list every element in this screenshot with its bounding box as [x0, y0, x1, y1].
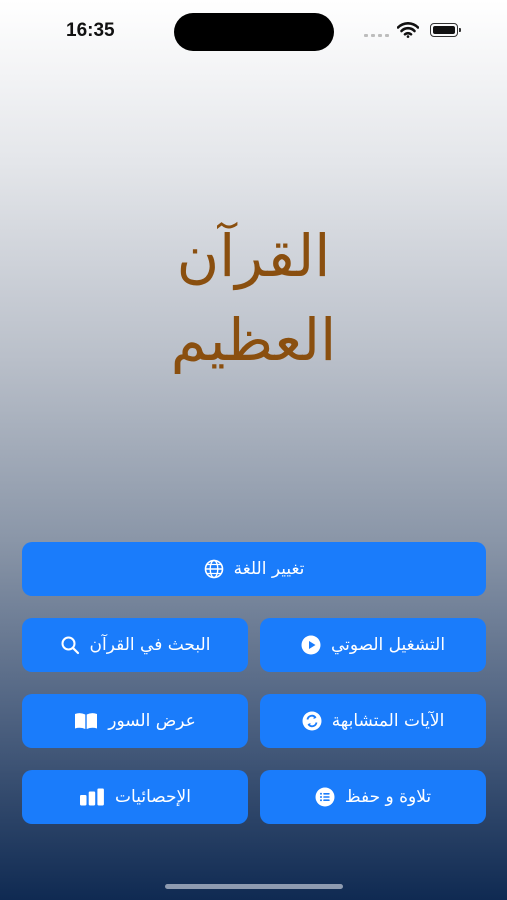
statistics-button[interactable]: الإحصائيات — [22, 770, 248, 824]
change-language-button[interactable]: تغيير اللغة — [22, 542, 486, 596]
search-quran-label: البحث في القرآن — [89, 635, 211, 655]
recite-memorize-button[interactable]: تلاوة و حفظ — [260, 770, 486, 824]
status-bar: 16:35 — [0, 0, 507, 62]
recite-memorize-label: تلاوة و حفظ — [344, 787, 432, 807]
view-surahs-label: عرض السور — [108, 711, 196, 731]
app-title-line1: القرآن — [176, 222, 331, 290]
wifi-icon — [397, 22, 419, 38]
similar-verses-label: الآيات المتشابهة — [331, 711, 445, 731]
audio-playback-button[interactable]: التشغيل الصوتي — [260, 618, 486, 672]
play-circle-icon — [301, 635, 321, 655]
change-language-label: تغيير اللغة — [233, 559, 305, 579]
swap-circle-icon — [302, 711, 322, 731]
battery-icon — [430, 23, 461, 37]
status-time: 16:35 — [66, 20, 115, 41]
app-title: القرآن العظيم — [0, 214, 507, 382]
bar-chart-icon — [79, 788, 105, 806]
app-title-line2: العظيم — [170, 306, 337, 374]
cellular-signal-icon — [364, 34, 389, 37]
home-indicator[interactable] — [165, 884, 343, 889]
list-circle-icon — [315, 787, 335, 807]
book-icon — [74, 712, 98, 730]
search-quran-button[interactable]: البحث في القرآن — [22, 618, 248, 672]
dynamic-island — [174, 13, 334, 51]
audio-playback-label: التشغيل الصوتي — [330, 635, 446, 655]
statistics-label: الإحصائيات — [115, 787, 191, 807]
similar-verses-button[interactable]: الآيات المتشابهة — [260, 694, 486, 748]
search-icon — [60, 635, 80, 655]
view-surahs-button[interactable]: عرض السور — [22, 694, 248, 748]
globe-icon — [204, 559, 224, 579]
